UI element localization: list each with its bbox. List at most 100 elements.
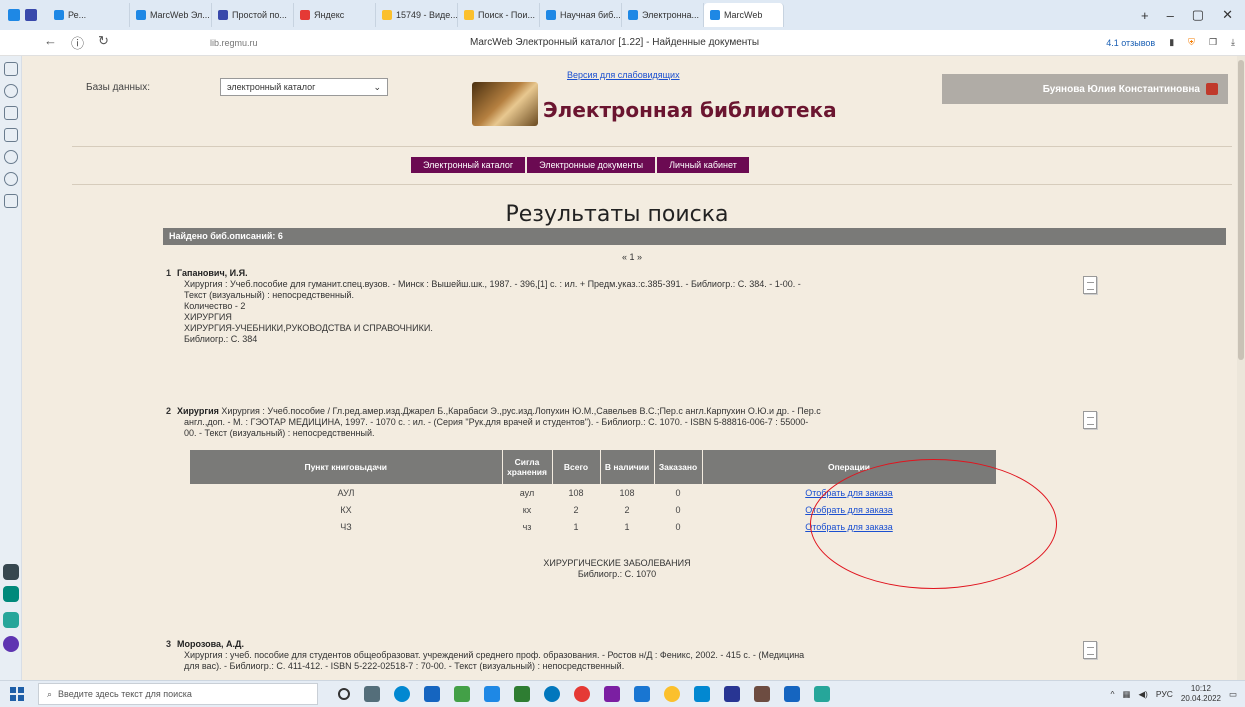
word-icon[interactable] (484, 686, 500, 702)
chrome-icon[interactable] (664, 686, 680, 702)
app-icon[interactable] (8, 9, 20, 21)
cell-point: ЧЗ (340, 521, 352, 532)
browser-tab[interactable]: Научная биб... (540, 3, 622, 27)
database-select-value: электронный каталог (227, 82, 316, 92)
bookmark-icon[interactable]: ▮ (1169, 37, 1174, 48)
tray-arrow-icon[interactable]: ^ (1110, 689, 1114, 699)
nav-catalog[interactable]: Электронный каталог (411, 157, 526, 173)
record-text: Хирургия : Учеб.пособие для гуманит.спец… (184, 279, 801, 289)
browser-tab[interactable]: MarcWeb Эл... (130, 3, 212, 27)
logout-icon[interactable] (1206, 83, 1218, 95)
shield-icon[interactable]: ⛨ (1188, 37, 1195, 48)
clock-time: 10:12 (1190, 684, 1211, 693)
task-view-icon[interactable] (364, 686, 380, 702)
tab-grid-icon[interactable] (25, 9, 37, 21)
browser-tab-label: Простой по... (232, 10, 287, 20)
document-icon[interactable] (1083, 411, 1097, 429)
weak-vision-link[interactable]: Версия для слабовидящих (567, 70, 680, 80)
cell-available: 108 (619, 487, 635, 498)
app-dark-icon[interactable] (724, 686, 740, 702)
favorites-icon[interactable] (4, 106, 18, 120)
record-biblio: Библиогр.: С. 1070 (577, 569, 657, 579)
document-icon[interactable] (1083, 641, 1097, 659)
sidebar-video-icon[interactable] (3, 612, 19, 628)
record-text: Хирургия : учеб. пособие для студентов о… (184, 650, 805, 660)
extensions-icon[interactable]: ❒ (1209, 37, 1217, 48)
col-header: Всего (552, 450, 601, 484)
nav-cabinet[interactable]: Личный кабинет (657, 157, 749, 173)
pager[interactable]: « 1 » (622, 252, 642, 262)
scrollbar-thumb[interactable] (1238, 60, 1244, 360)
taskbar-search[interactable]: ⌕ Введите здесь текст для поиска (38, 683, 318, 705)
col-header: Сигла хранения (502, 450, 553, 484)
url-field[interactable]: lib.regmu.ru (210, 38, 470, 48)
cortana-icon[interactable] (338, 688, 350, 700)
close-icon[interactable]: ✕ (1222, 7, 1233, 23)
nav-documents[interactable]: Электронные документы (527, 157, 656, 173)
network-icon[interactable]: ▦ (1122, 689, 1130, 700)
app-image-icon[interactable] (694, 686, 710, 702)
nav-buttons: ← ⓘ ↻ (0, 33, 210, 52)
language-indicator[interactable]: РУС (1156, 689, 1173, 699)
reviews-badge[interactable]: 4.1 отзывов (1106, 38, 1155, 48)
clock[interactable]: 10:12 20.04.2022 (1181, 684, 1221, 704)
cell-point: АУЛ (337, 487, 355, 498)
notes-icon[interactable] (4, 128, 18, 142)
back-icon[interactable]: ← (44, 33, 57, 52)
app-green-icon[interactable] (514, 686, 530, 702)
edge-icon[interactable] (394, 686, 410, 702)
browser-tab-label: Электронна... (642, 10, 700, 20)
scrollbar[interactable] (1237, 56, 1245, 680)
notifications-icon[interactable]: ▭ (1229, 689, 1237, 700)
document-icon[interactable] (1083, 276, 1097, 294)
browser-tab[interactable]: Ре... (48, 3, 130, 27)
browser-tab[interactable]: 15749 - Виде... (376, 3, 458, 27)
play-icon[interactable] (4, 172, 18, 186)
app-files-icon[interactable] (784, 686, 800, 702)
app-brown-icon[interactable] (754, 686, 770, 702)
minimize-icon[interactable]: – (1167, 8, 1174, 23)
taskbar: ⌕ Введите здесь текст для поиска ^ ▦ ◀) … (0, 680, 1245, 707)
tabs-list: Ре... MarcWeb Эл... Простой по... Яндекс 157… (48, 0, 1129, 30)
library-logo (472, 82, 538, 126)
browser-tab[interactable]: Простой по... (212, 3, 294, 27)
cell-total: 1 (573, 521, 579, 532)
favicon-icon (382, 10, 392, 20)
sidebar-app-icon[interactable] (3, 564, 19, 580)
excel-icon[interactable] (454, 686, 470, 702)
app-blue-icon[interactable] (544, 686, 560, 702)
favicon-icon (464, 10, 474, 20)
database-select[interactable]: электронный каталог ⌄ (220, 78, 388, 96)
app-purple-icon[interactable] (604, 686, 620, 702)
home-icon[interactable] (4, 62, 18, 76)
browser-tab-bar: Ре... MarcWeb Эл... Простой по... Яндекс 157… (0, 0, 1245, 30)
user-name: Буянова Юлия Константиновна (1042, 83, 1200, 95)
annotation-circle (810, 459, 1057, 589)
database-label: Базы данных: (86, 82, 150, 93)
col-header: В наличии (600, 450, 655, 484)
media-icon[interactable] (4, 150, 18, 164)
browser-tab[interactable]: MarcWeb (704, 3, 784, 27)
yandex-icon[interactable] (574, 686, 590, 702)
app-folder-icon[interactable] (634, 686, 650, 702)
volume-icon[interactable]: ◀) (1139, 689, 1148, 700)
windows-start-icon[interactable] (10, 687, 24, 701)
screenshot-icon[interactable] (4, 194, 18, 208)
store-icon[interactable] (424, 686, 440, 702)
user-account-button[interactable]: Буянова Юлия Константиновна (942, 74, 1228, 104)
download-icon[interactable]: ⤓ (1231, 37, 1235, 48)
maximize-icon[interactable]: ▢ (1192, 7, 1204, 23)
browser-tab[interactable]: Электронна... (622, 3, 704, 27)
cell-total: 108 (568, 487, 584, 498)
browser-tab[interactable]: Яндекс (294, 3, 376, 27)
app-teal-icon[interactable] (814, 686, 830, 702)
history-icon[interactable] (4, 84, 18, 98)
main-nav: Электронный каталог Электронные документ… (411, 157, 749, 173)
sidebar-add-icon[interactable] (3, 586, 19, 602)
reload-icon[interactable]: ↻ (98, 33, 109, 52)
page-title: MarcWeb Электронный каталог [1.22] - Най… (470, 37, 760, 48)
browser-tab[interactable]: Поиск - Пои... (458, 3, 540, 27)
info-icon[interactable]: ⓘ (71, 33, 84, 52)
new-tab-icon[interactable]: + (1141, 8, 1149, 23)
sidebar-alice-icon[interactable] (3, 636, 19, 652)
